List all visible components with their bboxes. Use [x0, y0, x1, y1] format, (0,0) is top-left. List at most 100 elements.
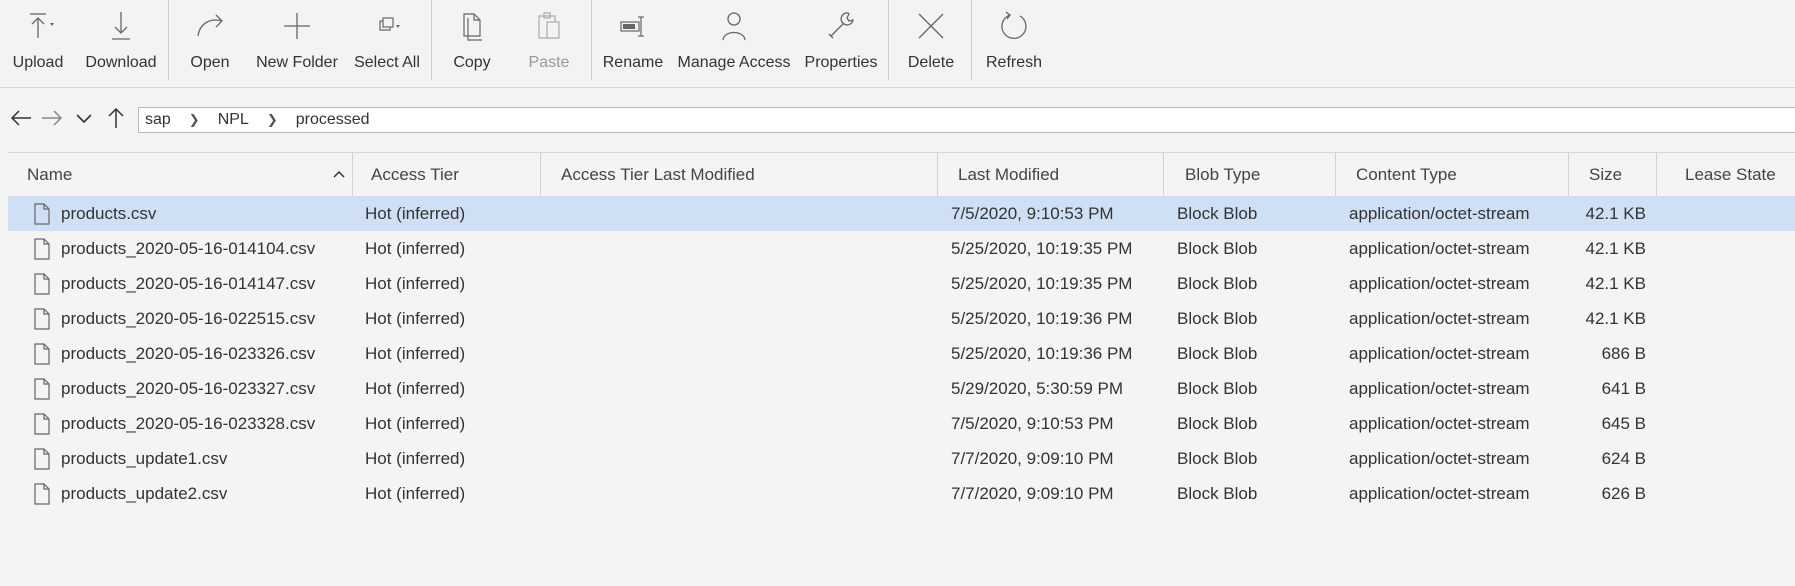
table-row[interactable]: products.csv Hot (inferred) 7/5/2020, 9:10…: [8, 196, 1795, 231]
content-type-cell: application/octet-stream: [1349, 203, 1530, 223]
access-tier-last-modified-cell: [561, 406, 931, 441]
table-row[interactable]: products_update1.csv Hot (inferred) 7/7/20…: [8, 441, 1795, 476]
up-button[interactable]: [102, 104, 130, 132]
content-type-cell: application/octet-stream: [1349, 378, 1530, 398]
toolbar-divider: [591, 0, 592, 80]
toolbar: Upload Download Open New Folder Select A…: [0, 0, 1795, 88]
size-cell: 641 B: [1601, 378, 1646, 398]
file-icon: [34, 483, 50, 505]
download-button[interactable]: Download: [82, 0, 160, 88]
toolbar-divider: [168, 0, 169, 80]
sort-ascending-icon: [333, 170, 345, 178]
file-icon: [34, 238, 50, 260]
breadcrumb-item[interactable]: NPL: [218, 111, 249, 129]
table-row[interactable]: products_2020-05-16-023327.csv Hot (infer…: [8, 371, 1795, 406]
address-bar[interactable]: sap ❯ NPL ❯ processed: [138, 107, 1795, 133]
size-cell: 686 B: [1601, 343, 1646, 363]
size-cell: 42.1 KB: [1585, 273, 1647, 293]
access-tier-last-modified-cell: [561, 196, 931, 231]
blob-type-cell: Block Blob: [1177, 203, 1258, 223]
last-modified-cell: 7/7/2020, 9:09:10 PM: [951, 448, 1114, 468]
access-tier-cell: Hot (inferred): [365, 273, 466, 293]
last-modified-cell: 7/5/2020, 9:10:53 PM: [951, 203, 1114, 223]
column-header-last-modified[interactable]: Last Modified: [938, 153, 1164, 197]
column-header-name[interactable]: Name: [8, 153, 353, 197]
column-header-access-tier-last-modified[interactable]: Access Tier Last Modified: [541, 153, 938, 197]
last-modified-cell: 5/25/2020, 10:19:36 PM: [951, 308, 1133, 328]
column-header-access-tier[interactable]: Access Tier: [353, 153, 541, 197]
size-cell: 42.1 KB: [1585, 308, 1647, 328]
rename-button[interactable]: Rename: [602, 0, 664, 88]
breadcrumb-item[interactable]: processed: [296, 111, 370, 129]
lease-state-cell: [1683, 441, 1793, 476]
column-header-blob-type[interactable]: Blob Type: [1164, 153, 1336, 197]
blob-rows: products.csv Hot (inferred) 7/5/2020, 9:10…: [8, 196, 1795, 511]
last-modified-cell: 5/29/2020, 5:30:59 PM: [951, 378, 1124, 398]
table-row[interactable]: products_2020-05-16-023326.csv Hot (infer…: [8, 336, 1795, 371]
lease-state-cell: [1683, 196, 1793, 231]
plus-icon: [277, 6, 317, 46]
blob-type-cell: Block Blob: [1177, 308, 1258, 328]
content-type-cell: application/octet-stream: [1349, 238, 1530, 258]
copy-button[interactable]: Copy: [447, 0, 497, 88]
chevron-right-icon: ❯: [266, 112, 278, 127]
access-tier-last-modified-cell: [561, 371, 931, 406]
access-tier-cell: Hot (inferred): [365, 448, 466, 468]
up-arrow-icon: [108, 107, 124, 128]
column-header-size[interactable]: Size: [1569, 153, 1657, 197]
table-row[interactable]: products_2020-05-16-014104.csv Hot (infer…: [8, 231, 1795, 266]
column-header-lease-state[interactable]: Lease State: [1657, 153, 1795, 197]
access-tier-cell: Hot (inferred): [365, 238, 466, 258]
toolbar-divider: [888, 0, 889, 80]
forward-button[interactable]: [38, 104, 66, 132]
blob-list: Name Access Tier Access Tier Last Modifi…: [8, 152, 1795, 511]
access-tier-cell: Hot (inferred): [365, 343, 466, 363]
copy-icon: [452, 6, 492, 46]
properties-button[interactable]: Properties: [804, 0, 878, 88]
recent-locations-button[interactable]: [70, 104, 98, 132]
open-button[interactable]: Open: [184, 0, 236, 88]
last-modified-cell: 5/25/2020, 10:19:35 PM: [951, 273, 1133, 293]
breadcrumb-item[interactable]: sap: [145, 111, 171, 129]
access-tier-last-modified-cell: [561, 266, 931, 301]
delete-button[interactable]: Delete: [904, 0, 958, 88]
select-all-button[interactable]: Select All: [352, 0, 422, 88]
paste-button[interactable]: Paste: [524, 0, 574, 88]
toolbar-divider: [431, 0, 432, 80]
select-all-icon: [367, 6, 407, 46]
file-icon: [34, 273, 50, 295]
lease-state-cell: [1683, 476, 1793, 511]
file-name: products_2020-05-16-022515.csv: [61, 308, 316, 328]
file-name: products_2020-05-16-014147.csv: [61, 273, 316, 293]
column-header-content-type[interactable]: Content Type: [1336, 153, 1569, 197]
table-row[interactable]: products_2020-05-16-023328.csv Hot (infer…: [8, 406, 1795, 441]
file-name: products_2020-05-16-023326.csv: [61, 343, 316, 363]
size-cell: 645 B: [1601, 413, 1646, 433]
paste-icon: [529, 6, 569, 46]
size-cell: 42.1 KB: [1585, 238, 1647, 258]
lease-state-cell: [1683, 231, 1793, 266]
blob-type-cell: Block Blob: [1177, 413, 1258, 433]
table-row[interactable]: products_update2.csv Hot (inferred) 7/7/20…: [8, 476, 1795, 511]
last-modified-cell: 5/25/2020, 10:19:36 PM: [951, 343, 1133, 363]
back-button[interactable]: [7, 104, 35, 132]
toolbar-divider: [971, 0, 972, 80]
manage-access-button[interactable]: Manage Access: [678, 0, 790, 88]
access-tier-last-modified-cell: [561, 301, 931, 336]
file-icon: [34, 343, 50, 365]
content-type-cell: application/octet-stream: [1349, 343, 1530, 363]
new-folder-button[interactable]: New Folder: [253, 0, 341, 88]
access-tier-cell: Hot (inferred): [365, 378, 466, 398]
content-type-cell: application/octet-stream: [1349, 483, 1530, 503]
refresh-button[interactable]: Refresh: [985, 0, 1043, 88]
last-modified-cell: 7/7/2020, 9:09:10 PM: [951, 483, 1114, 503]
upload-button[interactable]: Upload: [8, 0, 68, 88]
lease-state-cell: [1683, 371, 1793, 406]
table-row[interactable]: products_2020-05-16-022515.csv Hot (infer…: [8, 301, 1795, 336]
file-name: products_2020-05-16-023328.csv: [61, 413, 316, 433]
table-row[interactable]: products_2020-05-16-014147.csv Hot (infer…: [8, 266, 1795, 301]
size-cell: 42.1 KB: [1585, 203, 1647, 223]
file-icon: [34, 413, 50, 435]
lease-state-cell: [1683, 266, 1793, 301]
content-type-cell: application/octet-stream: [1349, 308, 1530, 328]
